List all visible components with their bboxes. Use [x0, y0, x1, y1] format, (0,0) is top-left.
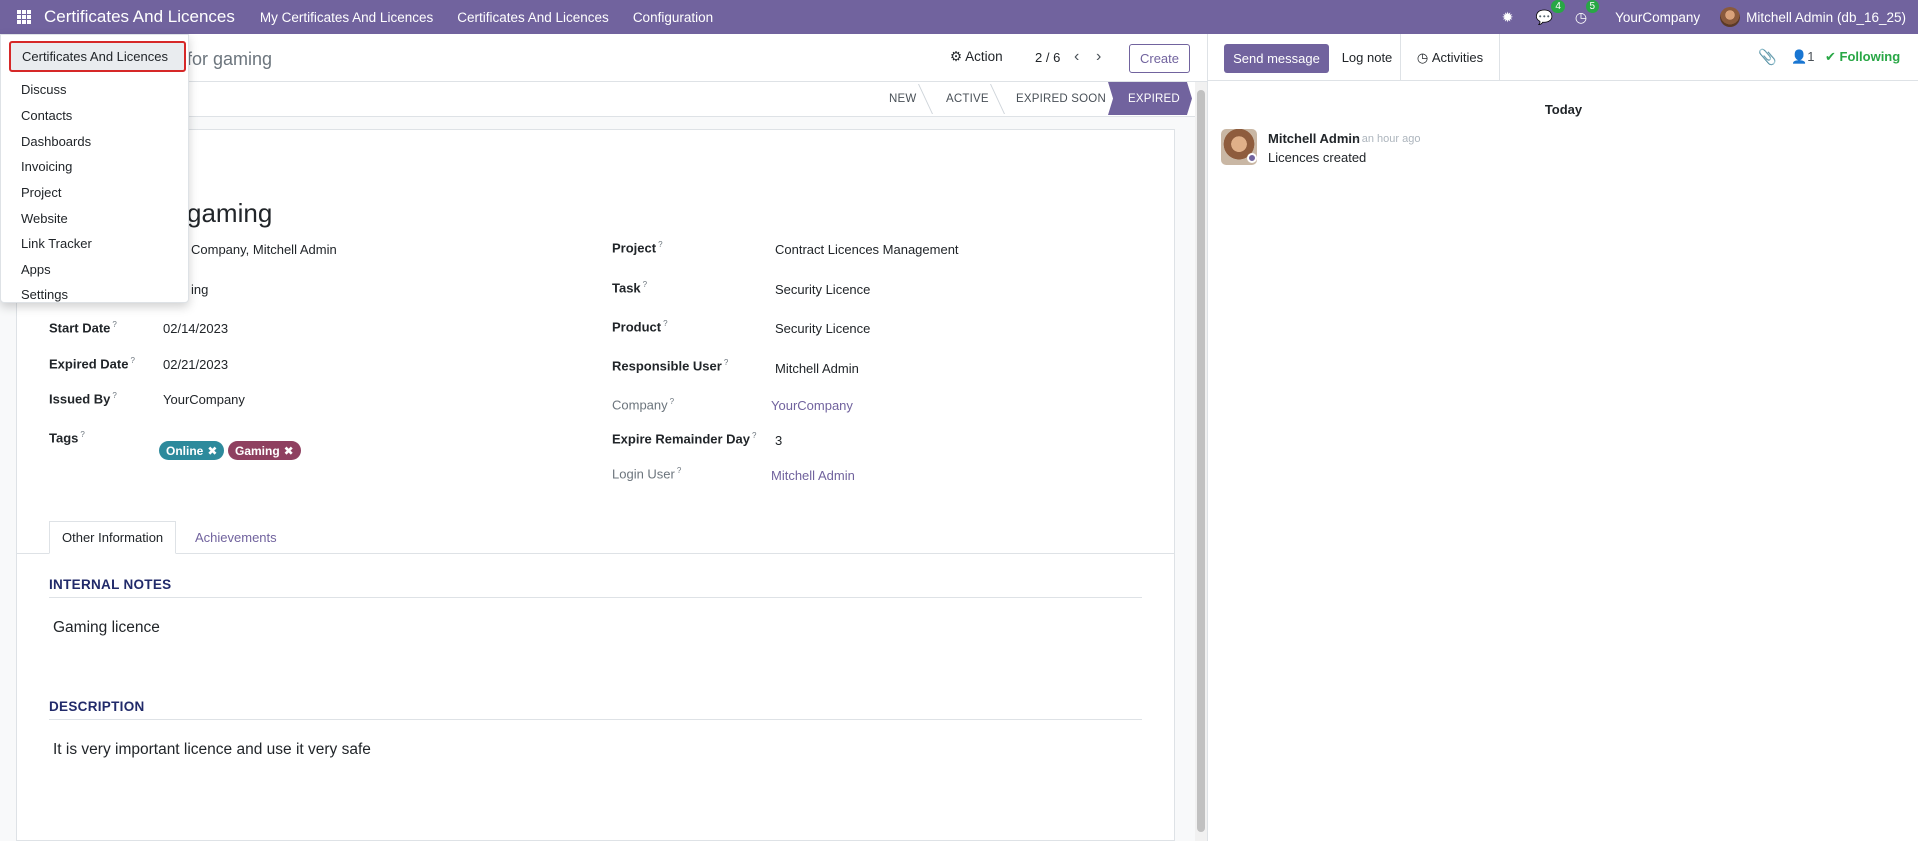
tags-label: Tags?	[49, 430, 85, 446]
description-text[interactable]: It is very important licence and use it …	[53, 741, 371, 759]
form-sheet: gaming Company, Mitchell Admin ing Start…	[16, 129, 1175, 841]
expire-remainder-day-label: Expire Remainder Day?	[612, 431, 757, 447]
date-separator: Today	[1544, 102, 1583, 117]
remove-tag-icon[interactable]: ✖	[284, 444, 294, 458]
start-date-label: Start Date?	[49, 320, 117, 336]
expired-date-field[interactable]: 02/21/2023	[163, 357, 228, 372]
tag-label: Gaming	[235, 443, 280, 458]
apps-menu-button[interactable]	[0, 0, 48, 34]
app-item-discuss[interactable]: Discuss	[21, 82, 67, 97]
remove-tag-icon[interactable]: ✖	[207, 444, 217, 458]
online-status-dot	[1247, 153, 1257, 163]
pager-value[interactable]: 2 / 6	[1035, 50, 1060, 65]
login-user-label: Login User?	[612, 466, 682, 482]
chatter-panel: Send message Log note ◷ Activities 📎 👤1 …	[1207, 34, 1918, 841]
app-item-invoicing[interactable]: Invoicing	[21, 159, 72, 174]
stage-expired-soon[interactable]: EXPIRED SOON	[1016, 82, 1106, 115]
apps-dropdown-menu: Certificates And Licences Discuss Contac…	[0, 34, 189, 303]
activities-clock-icon[interactable]: ◷ 5	[1575, 0, 1600, 26]
section-divider	[49, 597, 1142, 598]
issued-by-field[interactable]: YourCompany	[163, 392, 245, 407]
following-label: Following	[1839, 49, 1901, 64]
description-heading: DESCRIPTION	[49, 699, 145, 714]
scrollbar-thumb[interactable]	[1197, 90, 1205, 832]
project-label: Project?	[612, 240, 663, 256]
app-item-contacts[interactable]: Contacts	[21, 108, 72, 123]
app-item-website[interactable]: Website	[21, 211, 68, 226]
gear-icon: ⚙	[950, 49, 963, 64]
left-field-value-2[interactable]: ing	[191, 282, 208, 297]
user-icon: 👤	[1791, 49, 1808, 64]
check-icon: ✔	[1825, 49, 1836, 64]
messages-icon[interactable]: 💬 4	[1535, 0, 1565, 26]
project-field[interactable]: Contract Licences Management	[775, 242, 959, 257]
send-message-button[interactable]: Send message	[1224, 44, 1329, 73]
grid-icon	[17, 10, 31, 24]
task-field[interactable]: Security Licence	[775, 282, 870, 297]
company-field[interactable]: YourCompany	[771, 398, 853, 413]
app-item-project[interactable]: Project	[21, 185, 61, 200]
log-note-button[interactable]: Log note	[1335, 34, 1399, 81]
top-navbar: Certificates And Licences My Certificate…	[0, 0, 1918, 34]
followers-button[interactable]: 👤1	[1791, 49, 1814, 65]
following-button[interactable]: ✔ Following	[1825, 49, 1900, 65]
internal-notes-heading: INTERNAL NOTES	[49, 577, 172, 592]
pager-next-icon[interactable]: ›	[1096, 48, 1101, 66]
company-label: Company?	[612, 397, 675, 413]
expire-remainder-day-field[interactable]: 3	[775, 433, 782, 448]
tag-gaming[interactable]: Gaming ✖	[228, 441, 301, 460]
messages-badge: 4	[1551, 0, 1565, 13]
app-brand[interactable]: Certificates And Licences	[44, 7, 235, 27]
left-field-value-1[interactable]: Company, Mitchell Admin	[191, 242, 337, 257]
task-label: Task?	[612, 280, 648, 296]
user-menu[interactable]: Mitchell Admin (db_16_25)	[1746, 10, 1906, 25]
create-button[interactable]: Create	[1129, 44, 1190, 73]
responsible-user-label: Responsible User?	[612, 358, 729, 374]
login-user-field[interactable]: Mitchell Admin	[771, 468, 855, 483]
app-item-dashboards[interactable]: Dashboards	[21, 134, 91, 149]
app-item-link-tracker[interactable]: Link Tracker	[21, 236, 92, 251]
chatter-topbar: Send message Log note ◷ Activities 📎 👤1 …	[1208, 34, 1918, 81]
message-body: Licences created	[1268, 150, 1367, 165]
product-field[interactable]: Security Licence	[775, 321, 870, 336]
activities-button[interactable]: ◷ Activities	[1400, 34, 1500, 81]
menu-configuration[interactable]: Configuration	[633, 10, 713, 25]
menu-certificates[interactable]: Certificates And Licences	[457, 10, 609, 25]
action-menu-button[interactable]: ⚙ Action	[950, 49, 1003, 65]
company-switcher[interactable]: YourCompany	[1615, 10, 1700, 25]
section-divider	[49, 719, 1142, 720]
stage-expired[interactable]: EXPIRED	[1108, 82, 1192, 115]
internal-notes-text[interactable]: Gaming licence	[53, 619, 160, 637]
activities-label: Activities	[1431, 50, 1484, 65]
bug-icon[interactable]: ✹	[1502, 9, 1514, 26]
tag-online[interactable]: Online ✖	[159, 441, 225, 460]
form-scrollbar[interactable]	[1195, 82, 1207, 841]
tab-other-information[interactable]: Other Information	[49, 521, 177, 554]
clock-icon: ◷	[1416, 49, 1429, 65]
tab-achievements[interactable]: Achievements	[183, 521, 289, 554]
start-date-field[interactable]: 02/14/2023	[163, 321, 228, 336]
pager-previous-icon[interactable]: ‹	[1074, 48, 1079, 66]
action-label: Action	[965, 49, 1003, 64]
product-label: Product?	[612, 319, 668, 335]
issued-by-label: Issued By?	[49, 391, 117, 407]
responsible-user-field[interactable]: Mitchell Admin	[775, 361, 859, 376]
menu-my-certificates[interactable]: My Certificates And Licences	[260, 10, 433, 25]
notebook-tabs: Other Information Achievements	[17, 521, 1174, 554]
app-item-settings[interactable]: Settings	[21, 287, 68, 302]
user-avatar[interactable]	[1720, 7, 1741, 27]
app-item-certificates[interactable]: Certificates And Licences	[9, 41, 186, 72]
activities-badge: 5	[1585, 0, 1600, 13]
record-name[interactable]: gaming	[187, 198, 272, 229]
message-author[interactable]: Mitchell Admin	[1268, 131, 1360, 146]
app-item-apps[interactable]: Apps	[21, 262, 51, 277]
message-timestamp: - an hour ago	[1355, 133, 1421, 145]
expired-date-label: Expired Date?	[49, 356, 135, 372]
paperclip-icon[interactable]: 📎	[1758, 48, 1777, 66]
followers-count: 1	[1807, 49, 1815, 64]
tag-label: Online	[166, 443, 204, 458]
